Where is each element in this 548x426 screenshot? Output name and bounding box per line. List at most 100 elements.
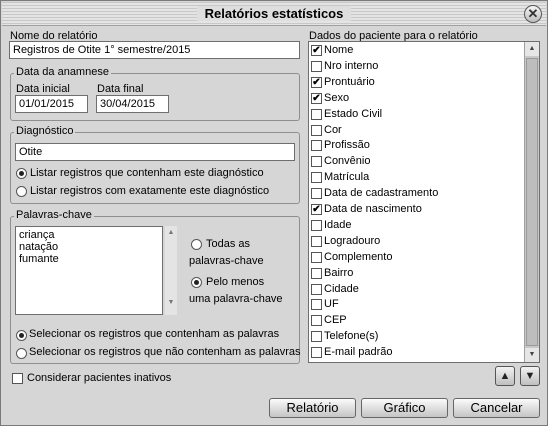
patient-field-item[interactable]: Telefone(s): [309, 329, 523, 345]
match-any-label-1[interactable]: Pelo menos: [206, 276, 264, 288]
match-all-label-2[interactable]: palavras-chave: [189, 255, 264, 267]
patient-field-item[interactable]: Estado Civil: [309, 107, 523, 123]
patient-fields-scrollbar[interactable]: ▲ ▼: [524, 42, 539, 362]
patient-field-item[interactable]: CEP: [309, 313, 523, 329]
scroll-up-icon[interactable]: ▲: [525, 42, 539, 56]
patient-field-label: UF: [324, 298, 339, 311]
patient-field-label: Profissão: [324, 139, 370, 152]
patient-field-item[interactable]: Idade: [309, 218, 523, 234]
patient-field-checkbox[interactable]: [311, 251, 322, 263]
end-date-input[interactable]: 30/04/2015: [96, 95, 169, 113]
match-all-radio[interactable]: [191, 239, 202, 250]
diagnosis-contains-label[interactable]: Listar registros que contenham este diag…: [30, 167, 264, 179]
scroll-down-icon[interactable]: ▼: [165, 299, 177, 306]
patient-field-label: Bairro: [324, 266, 354, 279]
patient-field-label: Complemento: [324, 250, 393, 263]
patient-field-item[interactable]: ✔ Data de nascimento: [309, 202, 523, 218]
patient-field-item[interactable]: Data de cadastramento: [309, 186, 523, 202]
cancel-button[interactable]: Cancelar: [453, 398, 540, 418]
patient-field-checkbox[interactable]: [311, 140, 322, 152]
diagnosis-exact-label[interactable]: Listar registros com exatamente este dia…: [30, 185, 269, 197]
move-up-icon[interactable]: ▲: [495, 366, 515, 386]
patient-field-item[interactable]: E-mail padrão: [309, 345, 523, 361]
patient-field-label: Convênio: [324, 155, 371, 168]
keywords-textarea[interactable]: criança natação fumante: [15, 226, 163, 315]
keyword-item: natação: [19, 241, 59, 253]
report-name-input[interactable]: Registros de Otite 1° semestre/2015: [9, 41, 300, 59]
diagnosis-exact-radio[interactable]: [16, 186, 27, 197]
patient-field-item[interactable]: Matrícula: [309, 170, 523, 186]
patient-field-checkbox[interactable]: [311, 235, 322, 247]
patient-field-item[interactable]: Nro interno: [309, 59, 523, 75]
patient-field-checkbox[interactable]: [311, 219, 322, 231]
patient-field-checkbox[interactable]: [311, 188, 322, 200]
patient-field-item[interactable]: UF: [309, 297, 523, 313]
patient-field-checkbox[interactable]: [311, 283, 322, 295]
patient-field-label: Data de nascimento: [324, 203, 422, 215]
chart-button[interactable]: Gráfico: [361, 398, 448, 418]
patient-field-item[interactable]: Logradouro: [309, 234, 523, 250]
patient-field-checkbox[interactable]: [311, 108, 322, 120]
keywords-legend: Palavras-chave: [14, 209, 94, 221]
close-icon[interactable]: ✕: [524, 5, 542, 23]
match-any-radio[interactable]: [191, 277, 202, 288]
patient-field-item[interactable]: ✔ Nome: [309, 43, 523, 59]
patient-field-checkbox[interactable]: [311, 124, 322, 136]
patient-field-label: Logradouro: [324, 234, 381, 247]
scroll-down-icon[interactable]: ▼: [525, 348, 539, 362]
patient-field-label: Nro interno: [324, 59, 379, 72]
patient-field-item[interactable]: Cor: [309, 123, 523, 139]
patient-field-label: Prontuário: [324, 75, 375, 88]
inactive-checkbox[interactable]: [12, 373, 23, 384]
patient-field-checkbox[interactable]: ✔: [311, 76, 322, 88]
inactive-label[interactable]: Considerar pacientes inativos: [27, 372, 171, 384]
patient-field-label: Matrícula: [324, 171, 370, 184]
exclude-words-label[interactable]: Selecionar os registros que não contenha…: [29, 346, 301, 358]
patient-field-label: Idade: [324, 218, 352, 231]
diagnosis-input[interactable]: Otite: [15, 143, 295, 161]
patient-field-checkbox[interactable]: ✔: [311, 45, 322, 56]
patient-field-item[interactable]: Cidade: [309, 282, 523, 298]
patient-field-checkbox[interactable]: [311, 267, 322, 279]
patient-field-label: Cidade: [324, 282, 359, 295]
patient-fields-list[interactable]: E-mail padrão Telefone(s) CEP UF Cidade Bairr…: [308, 41, 540, 363]
report-button[interactable]: Relatório: [269, 398, 356, 418]
patient-field-item[interactable]: Bairro: [309, 266, 523, 282]
anamnese-legend: Data da anamnese: [14, 66, 111, 78]
patient-field-checkbox[interactable]: [311, 172, 322, 184]
patient-field-label: CEP: [324, 314, 347, 327]
patient-field-checkbox[interactable]: [311, 299, 322, 311]
keywords-scrollbar[interactable]: ▲ ▼: [165, 226, 177, 315]
scroll-thumb[interactable]: [526, 58, 538, 346]
patient-field-checkbox[interactable]: [311, 156, 322, 168]
scroll-up-icon[interactable]: ▲: [165, 229, 177, 236]
patient-field-checkbox[interactable]: [311, 347, 322, 359]
patient-field-label: E-mail padrão: [324, 346, 393, 359]
patient-field-item[interactable]: ✔ Sexo: [309, 91, 523, 107]
dialog-window: Relatórios estatísticos ✕ Nome do relató…: [0, 0, 548, 426]
match-all-label-1[interactable]: Todas as: [206, 238, 250, 250]
keyword-item: criança: [19, 229, 55, 241]
patient-field-item[interactable]: ✔ Prontuário: [309, 75, 523, 91]
patient-field-checkbox[interactable]: ✔: [311, 204, 322, 215]
keyword-item: fumante: [19, 253, 59, 265]
patient-field-item[interactable]: Profissão: [309, 138, 523, 154]
patient-field-item[interactable]: Convênio: [309, 154, 523, 170]
patient-field-label: Nome: [324, 44, 354, 56]
patient-field-label: Telefone(s): [324, 330, 379, 343]
patient-field-checkbox[interactable]: [311, 60, 322, 72]
include-words-label[interactable]: Selecionar os registros que contenham as…: [29, 328, 279, 340]
start-date-input[interactable]: 01/01/2015: [15, 95, 88, 113]
title-bar[interactable]: Relatórios estatísticos ✕: [2, 2, 546, 26]
patient-field-item[interactable]: Complemento: [309, 250, 523, 266]
include-words-radio[interactable]: [16, 330, 27, 341]
diagnosis-contains-radio[interactable]: [16, 168, 27, 179]
patient-field-checkbox[interactable]: [311, 331, 322, 343]
exclude-words-radio[interactable]: [16, 348, 27, 359]
patient-field-checkbox[interactable]: ✔: [311, 92, 322, 104]
patient-field-checkbox[interactable]: [311, 315, 322, 327]
patient-field-label: Estado Civil: [324, 107, 383, 120]
match-any-label-2[interactable]: uma palavra-chave: [189, 293, 283, 305]
move-down-icon[interactable]: ▼: [520, 366, 540, 386]
patient-field-label: Cor: [324, 123, 342, 136]
